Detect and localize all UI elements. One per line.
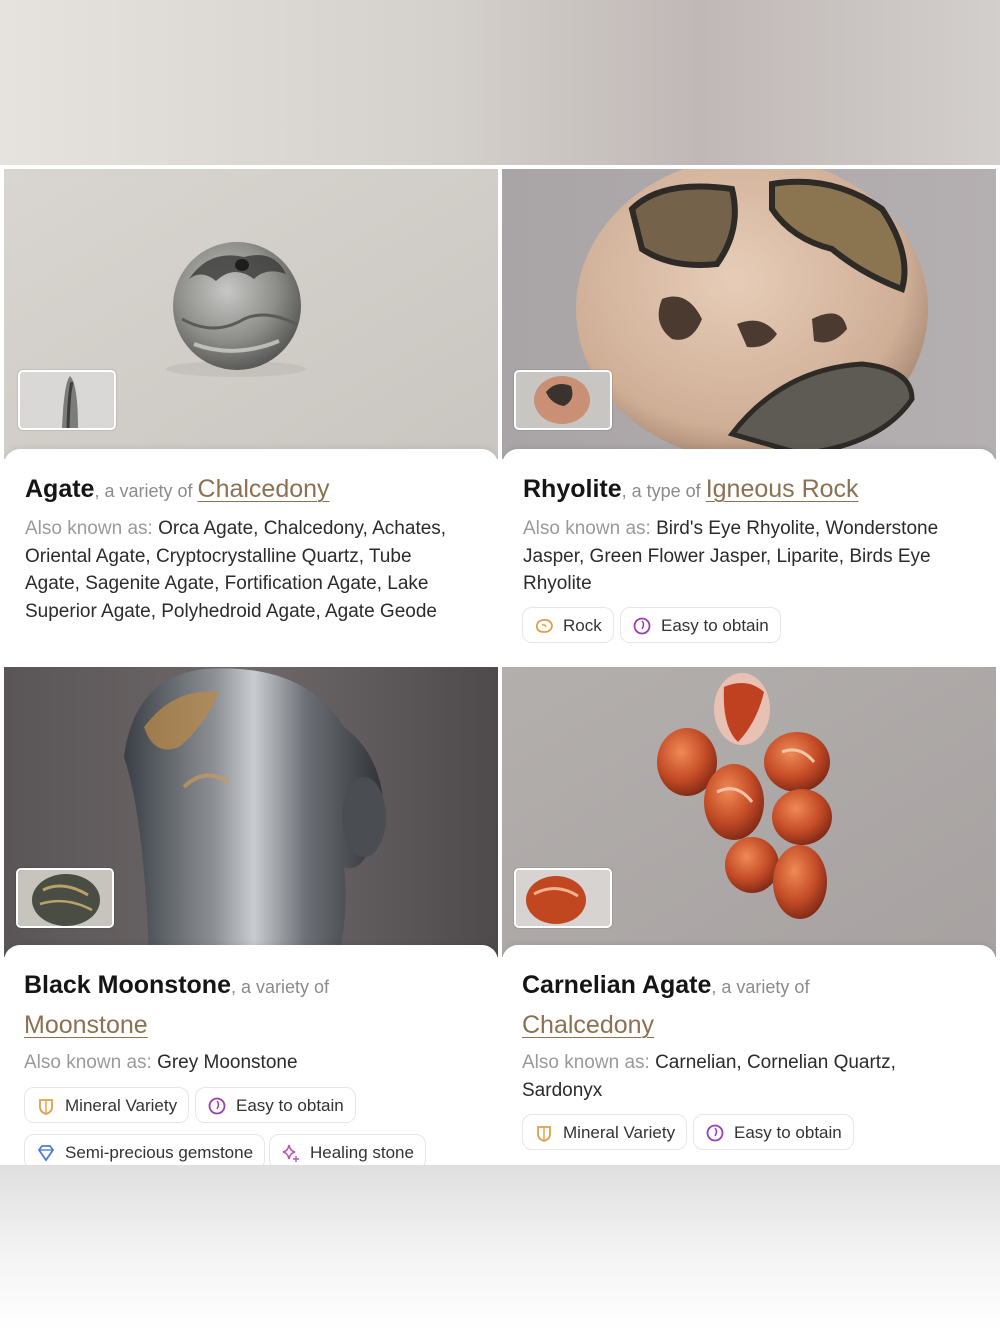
tag-chip-easy-to-obtain[interactable]: Easy to obtain [693,1114,854,1150]
also-known-as-black-moonstone: Also known as: Grey Moonstone [24,1049,458,1077]
title-line-carnelian-agate: Carnelian Agate, a variety of Chalcedony [522,967,978,1047]
thumbnail-agate[interactable] [18,370,116,430]
title-line-agate: Agate, a variety of Chalcedony [25,471,480,511]
mineral-variety-icon [537,1126,551,1142]
parent-link[interactable]: Chalcedony [198,475,330,503]
also-known-as-rhyolite: Also known as: Bird's Eye Rhyolite, Wond… [523,515,946,598]
also-known-as-label: Also known as: [24,1052,158,1073]
tag-chip-rock[interactable]: Rock [522,607,614,643]
easy-obtain-icon [633,617,651,635]
result-card-agate[interactable]: Agate, a variety of Chalcedony Also know… [4,169,498,665]
tag-label: Easy to obtain [734,1123,842,1142]
also-known-as-label: Also known as: [522,1052,656,1073]
sparkle-icon [282,1144,299,1162]
tag-label: Easy to obtain [236,1096,344,1115]
tag-chip-healing-stone[interactable]: Healing stone [269,1134,426,1165]
tag-label: Rock [563,616,602,635]
title-line-rhyolite: Rhyolite, a type of Igneous Rock [523,471,978,511]
easy-obtain-icon [208,1097,226,1115]
info-card-rhyolite: Rhyolite, a type of Igneous Rock Also kn… [502,449,996,665]
tag-label: Semi-precious gemstone [65,1143,254,1162]
specimen-name: Rhyolite [523,475,622,503]
mineral-variety-icon [39,1099,53,1115]
parent-link[interactable]: Chalcedony [522,1011,654,1039]
result-card-rhyolite[interactable]: Rhyolite, a type of Igneous Rock Also kn… [502,169,996,665]
relation-text: , a variety of [230,977,330,997]
also-known-as-agate: Also known as: Orca Agate, Chalcedony, A… [25,515,458,625]
thumbnail-rhyolite[interactable] [514,370,612,430]
parent-link[interactable]: Moonstone [24,1011,148,1039]
rock-icon [535,618,553,633]
tag-label: Mineral Variety [563,1123,676,1142]
easy-obtain-icon [706,1124,724,1142]
info-card-agate: Agate, a variety of Chalcedony Also know… [4,449,498,665]
specimen-name: Black Moonstone [24,971,231,999]
also-known-as-label: Also known as: [523,518,657,539]
relation-text: , a variety of [711,977,810,997]
info-card-black-moonstone: Black Moonstone, a variety of Moonstone A… [4,945,498,1165]
relation-text: , a type of [621,481,706,501]
also-known-as-label: Also known as: [25,518,159,539]
info-card-carnelian-agate: Carnelian Agate, a variety of Chalcedony … [502,945,996,1165]
background-top-band [0,0,1000,165]
also-known-as-value: Grey Moonstone [157,1052,298,1073]
tag-chip-easy-to-obtain[interactable]: Easy to obtain [195,1087,356,1123]
result-card-carnelian-agate[interactable]: Carnelian Agate, a variety of Chalcedony … [502,667,996,1165]
relation-text: , a variety of [94,481,198,501]
tag-label: Healing stone [310,1143,414,1162]
parent-link[interactable]: Igneous Rock [706,475,859,503]
thumbnail-carnelian-agate[interactable] [514,868,612,928]
gem-icon [37,1145,55,1162]
also-known-as-carnelian-agate: Also known as: Carnelian, Cornelian Quar… [522,1049,936,1104]
result-card-black-moonstone[interactable]: Black Moonstone, a variety of Moonstone A… [4,667,498,1165]
specimen-name: Agate [25,475,95,503]
tag-label: Mineral Variety [65,1096,178,1115]
tag-chip-mineral-variety[interactable]: Mineral Variety [24,1087,190,1123]
background-bottom-band [0,1165,1000,1330]
tag-chip-semi-precious-gemstone[interactable]: Semi-precious gemstone [24,1134,266,1165]
specimen-name: Carnelian Agate [522,971,712,999]
title-line-black-moonstone: Black Moonstone, a variety of Moonstone [24,967,480,1047]
tag-chip-mineral-variety[interactable]: Mineral Variety [522,1114,688,1150]
tag-chip-easy-to-obtain[interactable]: Easy to obtain [620,607,781,643]
tag-label: Easy to obtain [661,616,769,635]
thumbnail-black-moonstone[interactable] [16,868,114,928]
